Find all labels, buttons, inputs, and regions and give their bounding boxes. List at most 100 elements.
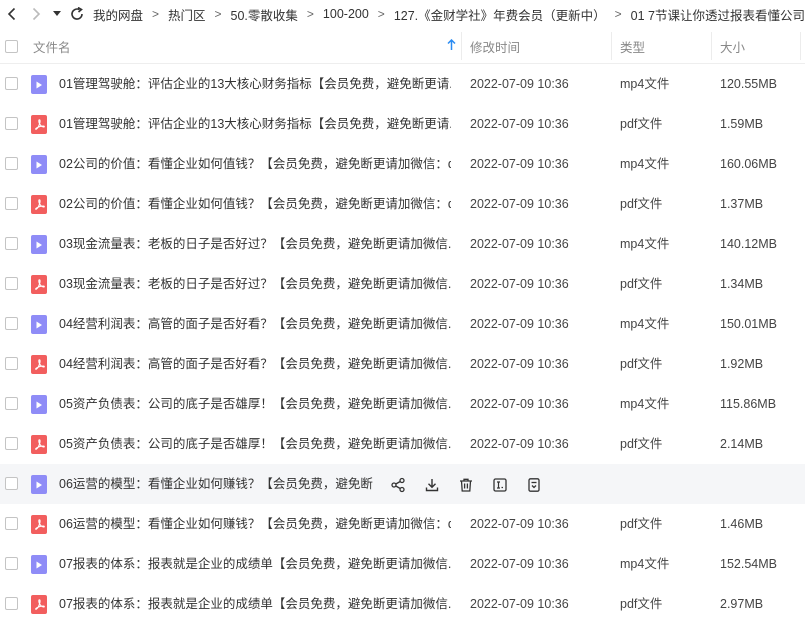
row-checkbox[interactable] [5, 397, 18, 410]
sort-arrow-up-icon[interactable] [447, 39, 456, 51]
download-icon[interactable] [422, 475, 442, 495]
row-checkbox[interactable] [5, 557, 18, 570]
file-name[interactable]: 02公司的价值：看懂企业如何值钱？【会员免费，避免断更请加微信：q... [59, 144, 451, 184]
file-name[interactable]: 03现金流量表：老板的日子是否好过？【会员免费，避免断更请加微信... [59, 264, 451, 304]
file-row[interactable]: 02公司的价值：看懂企业如何值钱？【会员免费，避免断更请加微信：q... 2022… [0, 184, 805, 224]
file-name[interactable]: 04经营利润表：高管的面子是否好看？【会员免费，避免断更请加微信... [59, 304, 451, 344]
file-size: 1.92MB [720, 357, 764, 371]
column-divider [711, 32, 712, 60]
file-size: 115.86MB [720, 397, 777, 411]
delete-icon[interactable] [456, 475, 476, 495]
chevron-right-icon [33, 7, 41, 21]
back-button[interactable] [0, 0, 24, 28]
file-name[interactable]: 06运营的模型：看懂企业如何赚钱？【会员免费，避免断... [59, 464, 374, 504]
column-divider [800, 32, 801, 60]
file-row[interactable]: 07报表的体系：报表就是企业的成绩单【会员免费，避免断更请加微信... 2022-… [0, 584, 805, 624]
file-name[interactable]: 01管理驾驶舱：评估企业的13大核心财务指标【会员免费，避免断更请... [59, 64, 451, 104]
column-type[interactable]: 类型 [620, 28, 645, 64]
chevron-right-icon: > [214, 7, 222, 21]
column-name[interactable]: 文件名 [33, 28, 71, 64]
file-row[interactable]: 05资产负债表：公司的底子是否雄厚！【会员免费，避免断更请加微信... 2022-… [0, 384, 805, 424]
column-modified[interactable]: 修改时间 [470, 28, 520, 64]
column-divider [461, 32, 462, 60]
file-type: mp4文件 [620, 557, 670, 571]
file-name[interactable]: 02公司的价值：看懂企业如何值钱？【会员免费，避免断更请加微信：q... [59, 184, 451, 224]
breadcrumb-current[interactable]: 01 7节课让你透过报表看懂公司 [631, 5, 805, 24]
chevron-right-icon: > [151, 7, 159, 21]
row-checkbox[interactable] [5, 77, 18, 90]
breadcrumb: 我的网盘 > 热门区 > 50.零散收集 > 100-200 > 127.《金财… [93, 5, 805, 24]
pdf-file-icon [31, 435, 47, 454]
file-type: pdf文件 [620, 597, 663, 611]
file-type: pdf文件 [620, 357, 663, 371]
file-name[interactable]: 06运营的模型：看懂企业如何赚钱？【会员免费，避免断更请加微信：q... [59, 504, 451, 544]
file-modified: 2022-07-09 10:36 [470, 157, 569, 171]
file-modified: 2022-07-09 10:36 [470, 397, 569, 411]
share-icon[interactable] [388, 475, 408, 495]
file-row[interactable]: 04经营利润表：高管的面子是否好看？【会员免费，避免断更请加微信... 2022-… [0, 344, 805, 384]
file-size: 1.59MB [720, 117, 764, 131]
file-size: 120.55MB [720, 77, 777, 91]
refresh-button[interactable] [65, 0, 89, 28]
file-type: pdf文件 [620, 517, 663, 531]
row-checkbox[interactable] [5, 197, 18, 210]
row-checkbox[interactable] [5, 157, 18, 170]
row-checkbox[interactable] [5, 437, 18, 450]
file-row[interactable]: 01管理驾驶舱：评估企业的13大核心财务指标【会员免费，避免断更请... 2022… [0, 104, 805, 144]
row-checkbox[interactable] [5, 477, 18, 490]
pdf-file-icon [31, 355, 47, 374]
row-checkbox[interactable] [5, 317, 18, 330]
video-file-icon [31, 475, 47, 494]
history-dropdown-button[interactable] [48, 0, 65, 28]
video-file-icon [31, 235, 47, 254]
forward-button[interactable] [24, 0, 48, 28]
pdf-file-icon [31, 115, 47, 134]
more-icon[interactable] [524, 475, 544, 495]
video-file-icon [31, 395, 47, 414]
file-row[interactable]: 03现金流量表：老板的日子是否好过？【会员免费，避免断更请加微信... 2022-… [0, 264, 805, 304]
file-size: 2.14MB [720, 437, 764, 451]
file-name[interactable]: 05资产负债表：公司的底子是否雄厚！【会员免费，避免断更请加微信... [59, 384, 451, 424]
breadcrumb-item[interactable]: 127.《金财学社》年费会员（更新中） [394, 5, 606, 24]
file-name[interactable]: 05资产负债表：公司的底子是否雄厚！【会员免费，避免断更请加微信... [59, 424, 451, 464]
file-name[interactable]: 07报表的体系：报表就是企业的成绩单【会员免费，避免断更请加微信... [59, 544, 451, 584]
file-name[interactable]: 03现金流量表：老板的日子是否好过？【会员免费，避免断更请加微信... [59, 224, 451, 264]
file-row[interactable]: 06运营的模型：看懂企业如何赚钱？【会员免费，避免断... [0, 464, 805, 504]
file-row[interactable]: 05资产负债表：公司的底子是否雄厚！【会员免费，避免断更请加微信... 2022-… [0, 424, 805, 464]
file-modified: 2022-07-09 10:36 [470, 277, 569, 291]
file-modified: 2022-07-09 10:36 [470, 237, 569, 251]
file-size: 2.97MB [720, 597, 764, 611]
row-checkbox[interactable] [5, 237, 18, 250]
caret-down-icon [52, 11, 61, 16]
rename-icon[interactable] [490, 475, 510, 495]
row-checkbox[interactable] [5, 597, 18, 610]
file-type: pdf文件 [620, 277, 663, 291]
row-checkbox[interactable] [5, 357, 18, 370]
file-name[interactable]: 04经营利润表：高管的面子是否好看？【会员免费，避免断更请加微信... [59, 344, 451, 384]
chevron-right-icon: > [377, 7, 385, 21]
file-size: 152.54MB [720, 557, 777, 571]
video-file-icon [31, 315, 47, 334]
file-name[interactable]: 07报表的体系：报表就是企业的成绩单【会员免费，避免断更请加微信... [59, 584, 451, 624]
file-modified: 2022-07-09 10:36 [470, 437, 569, 451]
breadcrumb-item[interactable]: 热门区 [168, 5, 206, 24]
file-modified: 2022-07-09 10:36 [470, 197, 569, 211]
file-row[interactable]: 06运营的模型：看懂企业如何赚钱？【会员免费，避免断更请加微信：q... 2022… [0, 504, 805, 544]
file-name[interactable]: 01管理驾驶舱：评估企业的13大核心财务指标【会员免费，避免断更请... [59, 104, 451, 144]
file-row[interactable]: 07报表的体系：报表就是企业的成绩单【会员免费，避免断更请加微信... 2022-… [0, 544, 805, 584]
row-checkbox[interactable] [5, 517, 18, 530]
breadcrumb-item[interactable]: 50.零散收集 [231, 5, 298, 24]
file-row[interactable]: 01管理驾驶舱：评估企业的13大核心财务指标【会员免费，避免断更请... 2022… [0, 64, 805, 104]
column-size[interactable]: 大小 [720, 28, 745, 64]
breadcrumb-item[interactable]: 我的网盘 [93, 5, 143, 24]
file-row[interactable]: 02公司的价值：看懂企业如何值钱？【会员免费，避免断更请加微信：q... 2022… [0, 144, 805, 184]
file-row[interactable]: 03现金流量表：老板的日子是否好过？【会员免费，避免断更请加微信... 2022-… [0, 224, 805, 264]
file-row[interactable]: 04经营利润表：高管的面子是否好看？【会员免费，避免断更请加微信... 2022-… [0, 304, 805, 344]
select-all-checkbox[interactable] [5, 28, 18, 64]
row-checkbox[interactable] [5, 277, 18, 290]
file-size: 1.37MB [720, 197, 764, 211]
refresh-icon [71, 7, 83, 20]
row-checkbox[interactable] [5, 117, 18, 130]
file-list: 01管理驾驶舱：评估企业的13大核心财务指标【会员免费，避免断更请... 2022… [0, 64, 805, 624]
breadcrumb-item[interactable]: 100-200 [323, 7, 369, 21]
